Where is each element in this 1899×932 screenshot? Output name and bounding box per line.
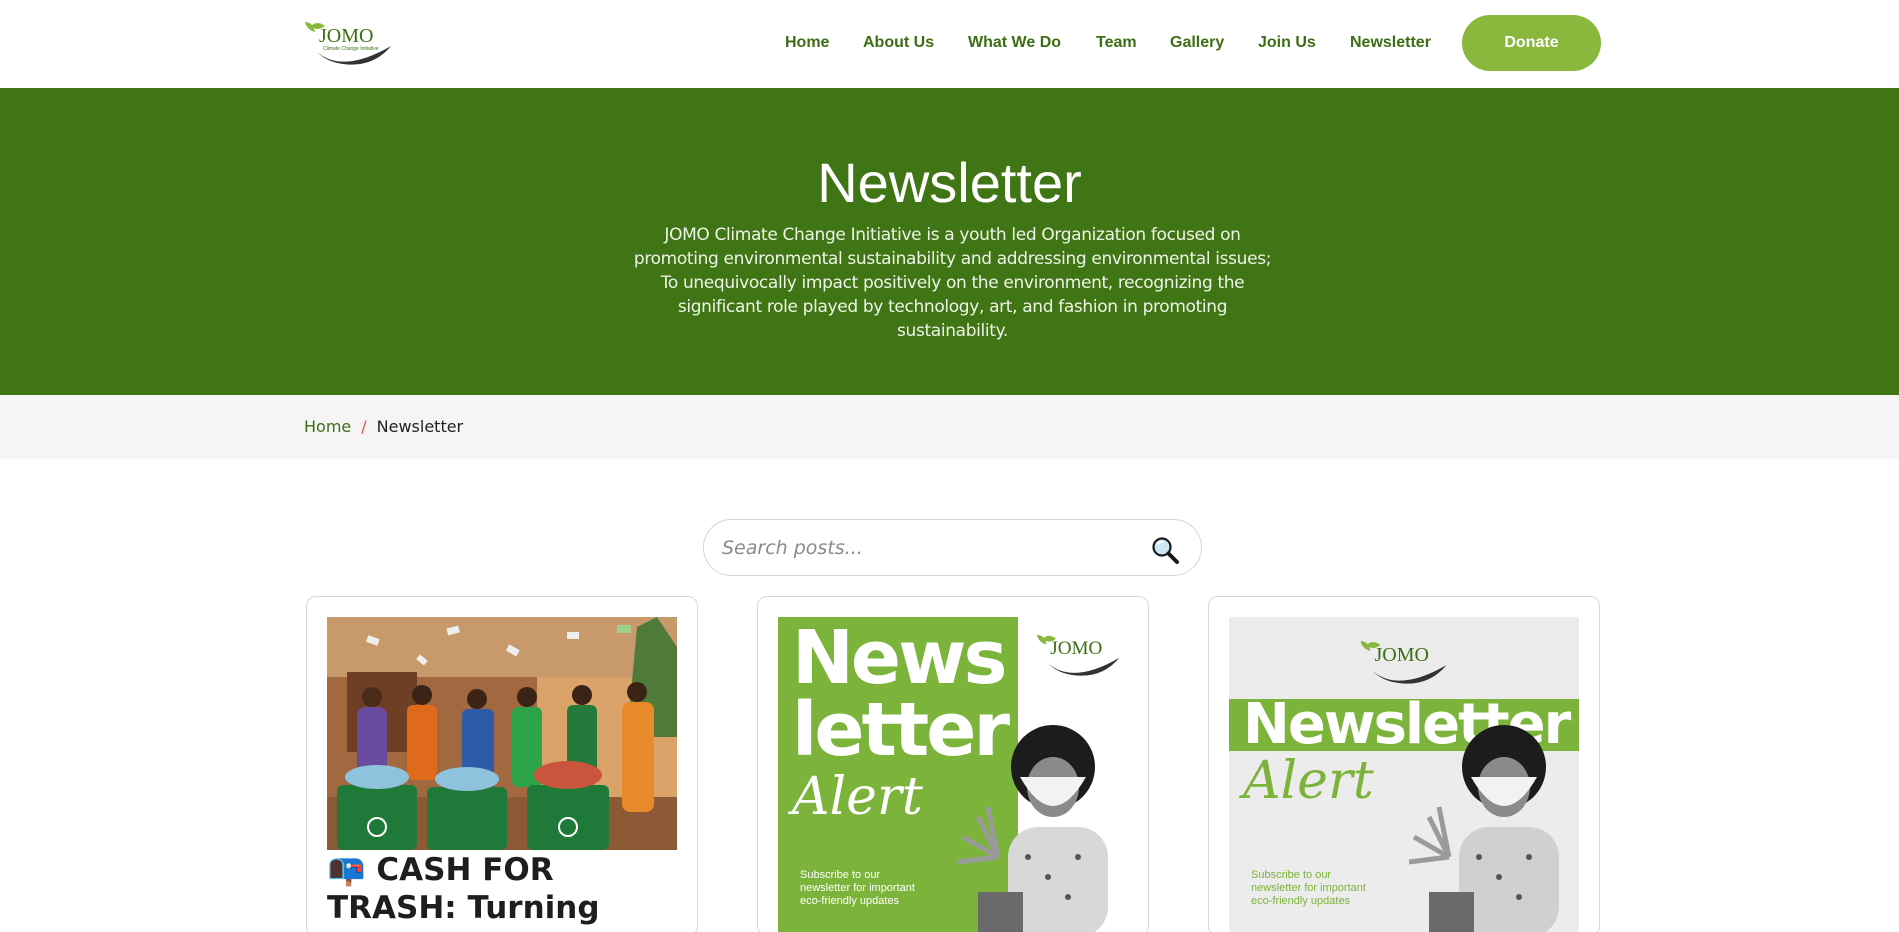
woman-with-plant-illustration bbox=[958, 725, 1108, 932]
breadcrumb-separator: / bbox=[361, 417, 367, 436]
donate-button[interactable]: Donate bbox=[1462, 15, 1601, 71]
hero-banner: Newsletter JOMO Climate Change Initiativ… bbox=[0, 88, 1899, 395]
newsletter-subscribe-text: Subscribe to our newsletter for importan… bbox=[800, 869, 915, 907]
woman-with-plant-illustration bbox=[1409, 725, 1559, 932]
nav-about-us[interactable]: About Us bbox=[863, 34, 934, 52]
post-image-newsletter-alert-grey[interactable]: JOMO Newsletter Alert Subscribe to our n… bbox=[1229, 617, 1579, 932]
nav-home[interactable]: Home bbox=[785, 34, 829, 52]
jomo-logo: JOMO bbox=[1036, 634, 1120, 676]
nav-what-we-do[interactable]: What We Do bbox=[968, 34, 1061, 52]
breadcrumb-current: Newsletter bbox=[376, 417, 464, 436]
svg-text:JOMO: JOMO bbox=[1050, 638, 1102, 659]
post-title[interactable]: 📭 CASH FOR TRASH: Turning bbox=[327, 851, 687, 927]
post-card[interactable]: News letter Alert Subscribe to our newsl… bbox=[757, 596, 1149, 932]
post-image-cash-for-trash[interactable] bbox=[327, 617, 677, 850]
newsletter-headline-alert: Alert bbox=[792, 767, 923, 827]
svg-text:JOMO: JOMO bbox=[319, 25, 373, 47]
search-box bbox=[703, 519, 1202, 576]
nav-team[interactable]: Team bbox=[1096, 34, 1137, 52]
post-card[interactable]: JOMO Newsletter Alert Subscribe to our n… bbox=[1208, 596, 1600, 932]
breadcrumb: Home / Newsletter bbox=[304, 417, 463, 436]
nav-join-us[interactable]: Join Us bbox=[1258, 34, 1316, 52]
post-card[interactable]: 📭 CASH FOR TRASH: Turning bbox=[306, 596, 698, 932]
breadcrumb-home-link[interactable]: Home bbox=[304, 417, 351, 436]
site-header: JOMO Climate Change Initiative Home Abou… bbox=[0, 0, 1899, 88]
jomo-logo: JOMO bbox=[1360, 641, 1447, 684]
svg-text:JOMO: JOMO bbox=[1375, 644, 1429, 666]
search-input[interactable] bbox=[722, 534, 1122, 562]
hero-description: JOMO Climate Change Initiative is a yout… bbox=[633, 225, 1272, 341]
nav-gallery[interactable]: Gallery bbox=[1170, 34, 1224, 52]
page-title: Newsletter bbox=[817, 151, 1082, 214]
newsletter-subscribe-text: Subscribe to our newsletter for importan… bbox=[1251, 869, 1366, 907]
nav-newsletter[interactable]: Newsletter bbox=[1350, 34, 1431, 52]
newsletter-headline-news: News bbox=[792, 617, 1008, 701]
jomo-logo[interactable]: JOMO Climate Change Initiative bbox=[303, 20, 395, 66]
newsletter-headline-alert: Alert bbox=[1243, 751, 1374, 811]
search-icon[interactable] bbox=[1150, 535, 1180, 565]
svg-text:Climate Change Initiative: Climate Change Initiative bbox=[323, 46, 379, 52]
post-image-newsletter-alert[interactable]: News letter Alert Subscribe to our newsl… bbox=[778, 617, 1128, 932]
breadcrumb-bar: Home / Newsletter bbox=[0, 395, 1899, 459]
